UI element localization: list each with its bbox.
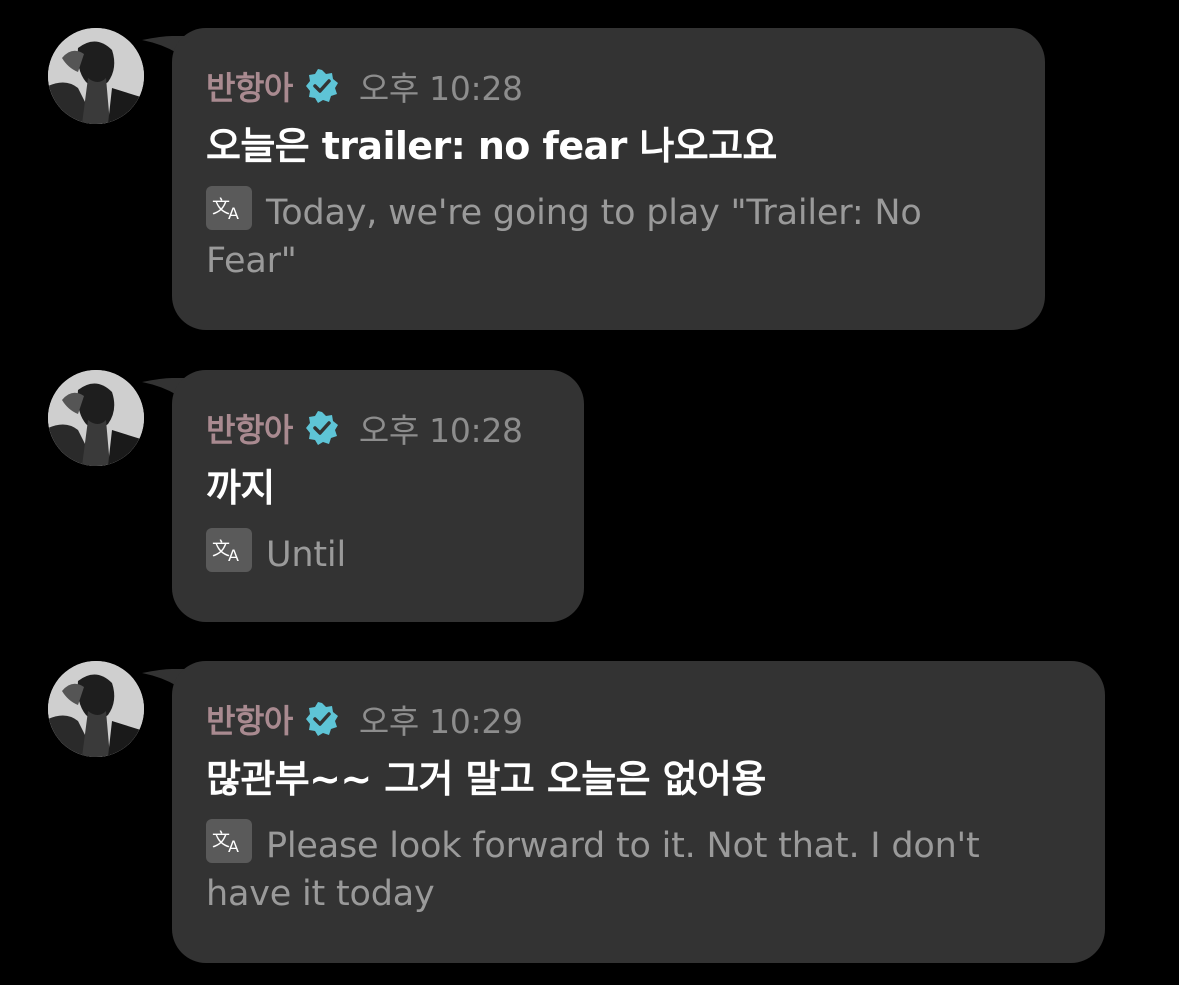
translation: 文 A Please look forward to it. Not that. I… xyxy=(206,819,1075,918)
translation: 文 A Until xyxy=(206,528,554,579)
message-header: 반항아 오후 10:28 xyxy=(206,406,554,450)
message-bubble[interactable]: 반항아 오후 10:28 까지 文 A Until xyxy=(172,370,584,622)
message-text: 까지 xyxy=(206,466,275,510)
timestamp: 오후 10:29 xyxy=(358,702,523,741)
message-header: 반항아 오후 10:29 xyxy=(206,697,1075,741)
message-text: 많관부~~ 그거 말고 오늘은 없어용 xyxy=(206,757,766,801)
message-text: 오늘은 trailer: no fear 나오고요 xyxy=(206,124,777,168)
message-header: 반항아 오후 10:28 xyxy=(206,64,1015,108)
svg-text:A: A xyxy=(228,546,239,565)
message-bubble[interactable]: 반항아 오후 10:29 많관부~~ 그거 말고 오늘은 없어용 文 A Pleas… xyxy=(172,661,1105,963)
verified-badge-icon xyxy=(305,411,338,445)
avatar[interactable] xyxy=(48,28,144,124)
avatar[interactable] xyxy=(48,661,144,757)
translate-icon[interactable]: 文A xyxy=(206,186,252,230)
message-bubble[interactable]: 반항아 오후 10:28 오늘은 trailer: no fear 나오고요 文… xyxy=(172,28,1045,330)
avatar[interactable] xyxy=(48,370,144,466)
sender-name[interactable]: 반항아 xyxy=(206,696,293,742)
translation-text: Please look forward to it. Not that. I d… xyxy=(206,826,980,914)
verified-badge-icon xyxy=(305,69,338,103)
timestamp: 오후 10:28 xyxy=(358,411,523,450)
svg-text:A: A xyxy=(228,204,239,223)
translation: 文 A Today, we're going to play "Trailer: N… xyxy=(206,186,1015,285)
sender-name[interactable]: 반항아 xyxy=(206,63,293,109)
timestamp: 오후 10:28 xyxy=(358,69,523,108)
translation-text: Until xyxy=(266,535,346,575)
translate-icon[interactable]: 文A xyxy=(206,528,252,572)
translation-text: Today, we're going to play "Trailer: No … xyxy=(206,193,922,281)
verified-badge-icon xyxy=(305,702,338,736)
sender-name[interactable]: 반항아 xyxy=(206,405,293,451)
svg-text:A: A xyxy=(228,837,239,856)
translate-icon[interactable]: 文A xyxy=(206,819,252,863)
